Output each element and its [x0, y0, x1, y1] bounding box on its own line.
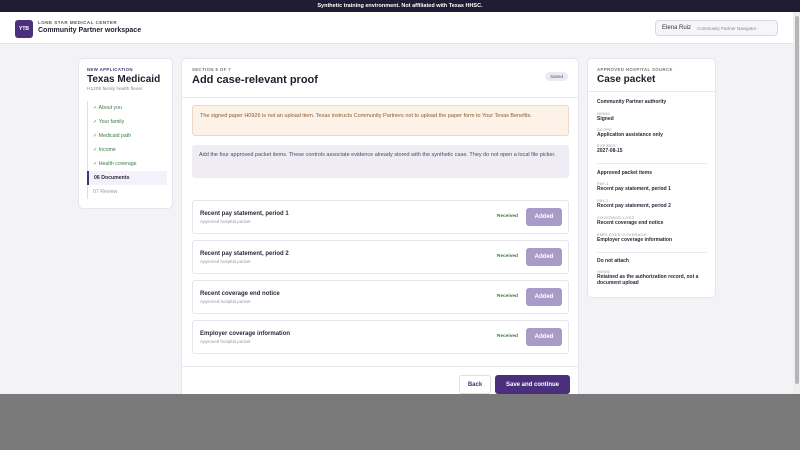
do-not-attach-heading: Do not attach [597, 258, 629, 264]
field-value: Signed [597, 116, 614, 122]
section-indicator: SECTION 6 OF 7 [192, 67, 232, 72]
item-source: Approved hospital packet [200, 339, 251, 344]
item-name: Recent coverage end notice [200, 291, 280, 297]
added-button[interactable]: Added [526, 328, 562, 346]
added-button[interactable]: Added [526, 248, 562, 266]
scrollbar-thumb[interactable] [795, 16, 799, 384]
field-value: Retained as the authorization record, no… [597, 274, 699, 286]
save-and-continue-button[interactable]: Save and continue [495, 375, 570, 394]
item-status: Received [496, 334, 518, 339]
divider [597, 252, 707, 253]
item-name: Employer coverage information [200, 331, 291, 337]
field-value: Recent coverage end notice [597, 220, 664, 226]
documents-card: SECTION 6 OF 7 Add case-relevant proof S… [181, 58, 579, 394]
source-eyebrow: APPROVED HOSPITAL SOURCE [597, 67, 673, 72]
item-source: Approved hospital packet [200, 219, 251, 224]
info-notice: Add the four approved packet items. Thes… [192, 145, 569, 178]
authority-heading: Community Partner authority [597, 99, 667, 105]
field-value: Application assistance only [597, 132, 663, 138]
item-source: Approved hospital packet [200, 259, 251, 264]
divider [182, 366, 579, 367]
saved-badge: Saved [545, 72, 568, 81]
application-progress-card: NEW APPLICATION Texas Medicaid H1205 fam… [78, 58, 173, 209]
application-subtitle: H1205 family health flexer [87, 87, 143, 92]
item-status: Received [496, 214, 518, 219]
user-name: Elena Ruiz [662, 25, 692, 31]
added-button[interactable]: Added [526, 288, 562, 306]
field-value: Recent pay statement, period 1 [597, 186, 671, 192]
case-packet-card: APPROVED HOSPITAL SOURCE Case packet Com… [587, 58, 716, 298]
field-value: Recent pay statement, period 2 [597, 203, 671, 209]
item-name: Recent pay statement, period 2 [200, 251, 289, 257]
application-title: Texas Medicaid [87, 74, 161, 85]
logo: YTB [15, 20, 33, 38]
packet-item-pay-1: Recent pay statement, period 1 Approved … [192, 200, 569, 234]
field-value: Employer coverage information [597, 237, 673, 243]
org-name: LONE STAR MEDICAL CENTER [38, 20, 118, 25]
step-review: 07 Review [93, 189, 118, 195]
packet-item-coverage-loss: Recent coverage end notice Approved hosp… [192, 280, 569, 314]
user-role: Community Partner Navigator [697, 25, 757, 31]
step-medicaid-path[interactable]: ✓ Medicaid path [88, 129, 167, 143]
divider [597, 163, 707, 164]
divider [588, 91, 716, 92]
training-banner: Synthetic training environment. Not affi… [0, 0, 800, 12]
item-status: Received [496, 254, 518, 259]
field-value: 2027-08-15 [597, 148, 623, 154]
app-header: YTB LONE STAR MEDICAL CENTER Community P… [0, 12, 793, 44]
added-button[interactable]: Added [526, 208, 562, 226]
case-packet-title: Case packet [597, 74, 656, 85]
divider [182, 97, 579, 98]
page-title: Add case-relevant proof [192, 74, 318, 86]
app-window: YTB LONE STAR MEDICAL CENTER Community P… [0, 12, 793, 394]
step-health-coverage[interactable]: ✓ Health coverage [88, 157, 167, 171]
packet-heading: Approved packet items [597, 170, 653, 176]
item-source: Approved hospital packet [200, 299, 251, 304]
packet-item-pay-2: Recent pay statement, period 2 Approved … [192, 240, 569, 274]
workspace-title: Community Partner workspace [38, 27, 142, 34]
step-list: ✓ About you ✓ Your family ✓ Medicaid pat… [87, 101, 167, 199]
packet-item-employer-coverage: Employer coverage information Approved h… [192, 320, 569, 354]
warning-notice: The signed paper H0926 is not an upload … [192, 105, 569, 136]
item-name: Recent pay statement, period 1 [200, 211, 289, 217]
step-your-family[interactable]: ✓ Your family [88, 115, 167, 129]
user-menu[interactable]: Elena Ruiz Community Partner Navigator [655, 20, 778, 36]
item-status: Received [496, 294, 518, 299]
back-button[interactable]: Back [459, 375, 491, 394]
application-eyebrow: NEW APPLICATION [87, 67, 133, 72]
step-income[interactable]: ✓ Income [88, 143, 167, 157]
step-about-you[interactable]: ✓ About you [88, 101, 167, 115]
step-documents[interactable]: 06 Documents [87, 171, 167, 185]
